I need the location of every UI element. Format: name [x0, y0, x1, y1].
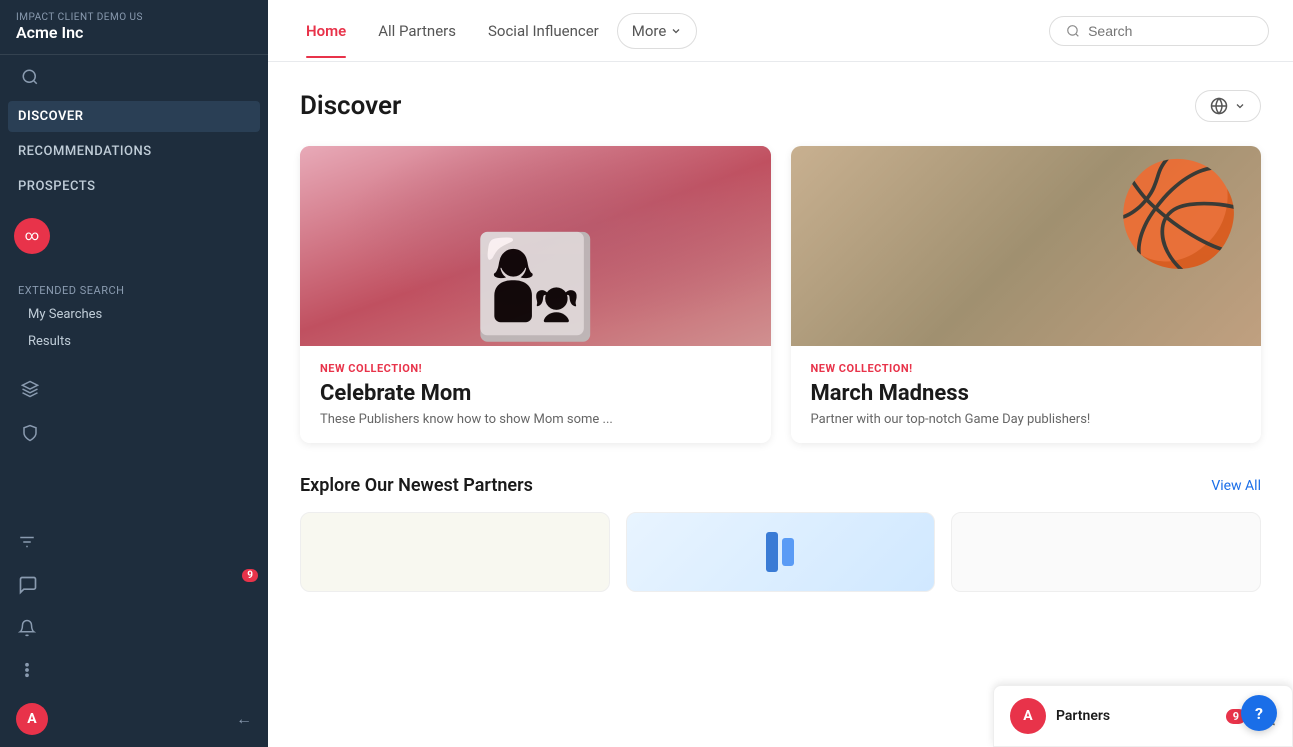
card-title-basketball: March Madness — [811, 381, 1242, 406]
card-desc-basketball: Partner with our top-notch Game Day publ… — [811, 412, 1242, 427]
sidebar-shield-icon-row[interactable] — [0, 411, 268, 455]
card-tag-mom: NEW COLLECTION! — [320, 362, 751, 375]
sidebar-chat-icon-row[interactable]: 9 — [16, 571, 252, 603]
card-body-basketball: NEW COLLECTION! March Madness Partner wi… — [791, 346, 1262, 443]
newest-partners-header: Explore Our Newest Partners View All — [300, 475, 1261, 496]
sidebar-search-icon-row[interactable] — [0, 55, 268, 99]
sidebar-filters-icon-row[interactable] — [16, 529, 252, 559]
sidebar-collapse-button[interactable]: ← — [236, 709, 252, 729]
sidebar-item-prospects[interactable]: PROSPECTS — [0, 169, 268, 204]
partners-row — [300, 512, 1261, 592]
main-content: Home All Partners Social Influencer More… — [268, 0, 1293, 747]
toast-avatar: A — [1010, 698, 1046, 734]
sidebar: Impact Client Demo US Acme Inc DISCOVER … — [0, 0, 268, 747]
sidebar-cube-icon-row[interactable] — [0, 367, 268, 411]
brand-sub-label: Impact Client Demo US — [16, 12, 252, 23]
discover-title: Discover — [300, 91, 401, 121]
card-celebrate-mom[interactable]: NEW COLLECTION! Celebrate Mom These Publ… — [300, 146, 771, 443]
partner-logo-2 — [766, 532, 794, 572]
sidebar-item-my-searches[interactable]: My Searches — [0, 301, 268, 328]
nav-link-social-influencer[interactable]: Social Influencer — [474, 14, 613, 48]
discover-header: Discover — [300, 90, 1261, 122]
sidebar-item-results[interactable]: Results — [0, 328, 268, 355]
search-box[interactable] — [1049, 16, 1269, 46]
sidebar-item-recommendations[interactable]: RECOMMENDATIONS — [0, 134, 268, 169]
sidebar-bottom: 9 A ← — [0, 517, 268, 747]
card-desc-mom: These Publishers know how to show Mom so… — [320, 412, 751, 427]
help-button[interactable]: ? — [1241, 695, 1277, 731]
sidebar-user-avatar[interactable]: A — [16, 703, 48, 735]
cube-icon — [18, 377, 42, 401]
sidebar-nav: DISCOVER RECOMMENDATIONS PROSPECTS ∞ EXT… — [0, 55, 268, 517]
nav-link-home[interactable]: Home — [292, 14, 360, 48]
search-input[interactable] — [1088, 23, 1252, 39]
partner-card-1[interactable] — [300, 512, 610, 592]
collection-cards: NEW COLLECTION! Celebrate Mom These Publ… — [300, 146, 1261, 443]
partner-card-3[interactable] — [951, 512, 1261, 592]
toast-text: Partners — [1056, 708, 1216, 724]
partner-card-2[interactable] — [626, 512, 936, 592]
sidebar-footer-row: A ← — [16, 703, 252, 735]
shield-icon — [18, 421, 42, 445]
newest-partners-title: Explore Our Newest Partners — [300, 475, 533, 496]
sidebar-brand: Impact Client Demo US Acme Inc — [0, 0, 268, 55]
card-tag-basketball: NEW COLLECTION! — [811, 362, 1242, 375]
content-area: Discover NEW COLLECTION! Celebrate Mom T… — [268, 62, 1293, 747]
globe-region-button[interactable] — [1195, 90, 1261, 122]
view-all-link[interactable]: View All — [1211, 478, 1261, 494]
infinity-icon-wrapper[interactable]: ∞ — [0, 212, 268, 260]
card-march-madness[interactable]: NEW COLLECTION! March Madness Partner wi… — [791, 146, 1262, 443]
card-body-mom: NEW COLLECTION! Celebrate Mom These Publ… — [300, 346, 771, 443]
brand-name: Acme Inc — [16, 23, 252, 42]
search-icon — [18, 65, 42, 89]
nav-link-all-partners[interactable]: All Partners — [364, 14, 470, 48]
sidebar-bell-icon-row[interactable] — [16, 615, 252, 645]
search-icon — [1066, 23, 1080, 39]
extended-search-section-label: EXTENDED SEARCH — [0, 268, 268, 301]
chat-badge: 9 — [242, 569, 258, 582]
top-nav: Home All Partners Social Influencer More — [268, 0, 1293, 62]
sidebar-item-discover[interactable]: DISCOVER — [8, 101, 260, 132]
nav-link-more[interactable]: More — [617, 13, 698, 49]
nav-links: Home All Partners Social Influencer More — [292, 13, 697, 49]
infinity-icon: ∞ — [14, 218, 50, 254]
card-title-mom: Celebrate Mom — [320, 381, 751, 406]
sidebar-dots-icon-row[interactable] — [16, 657, 252, 687]
